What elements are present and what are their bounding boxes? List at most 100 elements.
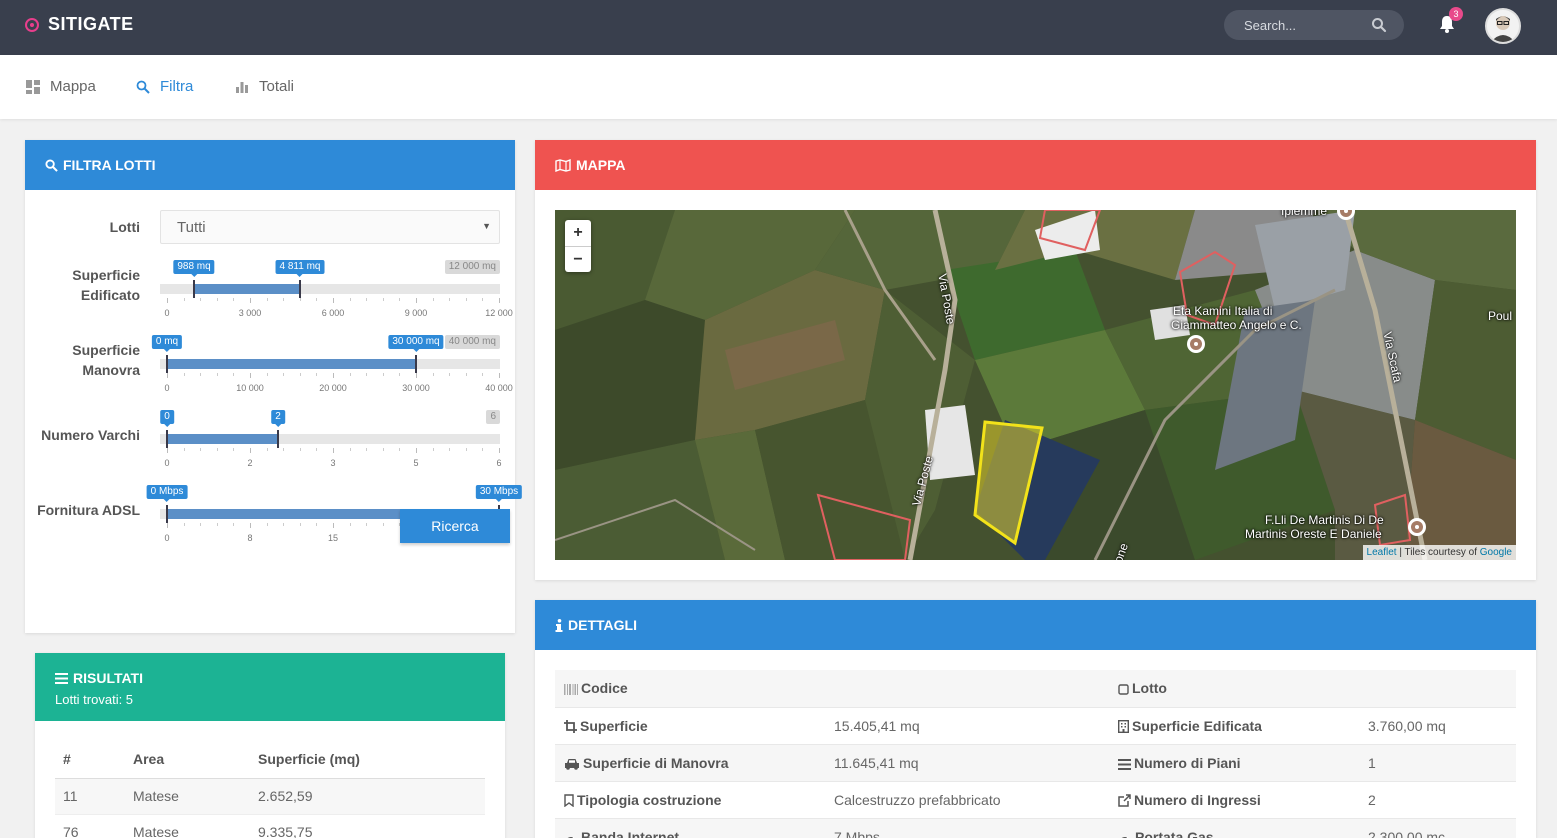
detail-value-cell: Calcestruzzo prefabbricato <box>825 781 1109 819</box>
results-table: # Area Superficie (mq) 11 Matese 2.652,5… <box>55 741 485 838</box>
slider-tick-label: 6 <box>496 458 502 468</box>
detail-value: 15.405,41 mq <box>834 717 920 734</box>
slider-max-value: 12 000 mq <box>444 260 500 274</box>
slider-handle-max[interactable] <box>415 355 417 373</box>
results-card-title: RISULTATI <box>73 670 143 686</box>
slider-tick <box>184 373 185 376</box>
slider-tick <box>383 448 384 451</box>
map-label: F.Lli De Martinis Di De <box>1265 513 1384 527</box>
satellite-map[interactable]: Eta Kamini Italia di Giammatteo Angelo e… <box>555 210 1516 560</box>
list-icon <box>55 672 68 684</box>
slider-tick-label: 0 <box>164 308 170 318</box>
column-header: Superficie (mq) <box>250 741 485 779</box>
user-avatar[interactable] <box>1485 8 1521 44</box>
slider-handle-min[interactable] <box>193 280 195 298</box>
detail-value-cell <box>1359 670 1516 708</box>
slider-handle-max[interactable] <box>299 280 301 298</box>
slider-tick <box>233 523 234 526</box>
table-cell: Matese <box>125 814 250 838</box>
slider-tick <box>466 298 467 301</box>
lotti-select[interactable]: Tutti ▼ <box>160 210 500 244</box>
zoom-out-button[interactable]: − <box>565 246 591 272</box>
results-count: Lotti trovati: 5 <box>55 692 134 707</box>
table-row[interactable]: 11 Matese 2.652,59 <box>55 778 485 815</box>
slider-tick <box>184 448 185 451</box>
search-input[interactable] <box>1224 10 1374 40</box>
slider-tick <box>366 448 367 451</box>
details-row: Tipologia costruzione Calcestruzzo prefab… <box>555 781 1516 819</box>
range-filter-label-line: Superficie <box>72 342 140 358</box>
slider-to-value: 30 Mbps <box>475 485 523 502</box>
google-link[interactable]: Google <box>1480 547 1512 558</box>
slider-tick <box>184 523 185 526</box>
slider-tick <box>482 448 483 451</box>
range-slider[interactable]: 0 mq 30 000 mq 40 000 mq 0 10 000 20 000 30 00… <box>151 335 513 405</box>
nav-tab-totali[interactable]: Totali <box>235 78 294 95</box>
slider-tick-label: 2 <box>247 458 253 468</box>
nav-tab-filtra[interactable]: Filtra <box>136 78 193 95</box>
slider-tick-label: 12 000 <box>485 308 513 318</box>
slider-tick <box>283 373 284 376</box>
details-row: Banda Internet 7 Mbps Portata Gas 2.300,00 … <box>555 818 1516 838</box>
range-filter-label: Fornitura ADSL <box>37 500 140 520</box>
slider-tick <box>200 298 201 301</box>
search-button[interactable]: Ricerca <box>400 509 510 543</box>
slider-tick <box>217 373 218 376</box>
search-icon <box>136 80 150 94</box>
slider-handle-min[interactable] <box>166 430 168 448</box>
slider-ticks <box>160 373 500 379</box>
map-card-header: MAPPA <box>535 140 1536 190</box>
slider-tick <box>167 373 168 378</box>
detail-key-cell: Superficie <box>555 707 825 745</box>
zoom-control: + − <box>565 220 591 272</box>
slider-handle-min[interactable] <box>166 355 168 373</box>
zoom-in-button[interactable]: + <box>565 220 591 246</box>
notification-badge: 3 <box>1449 7 1463 21</box>
table-cell: 11 <box>55 778 125 815</box>
slider-tick-label: 40 000 <box>485 383 513 393</box>
slider-tick <box>466 448 467 451</box>
details-card-header: DETTAGLI <box>535 600 1536 650</box>
slider-tick <box>300 523 301 526</box>
detail-value-cell: 7 Mbps <box>825 818 1109 838</box>
slider-tick <box>167 448 168 453</box>
slider-max-value: 6 <box>486 410 500 424</box>
range-slider[interactable]: 0 2 6 0 2 3 5 6 <box>160 410 502 480</box>
slider-handle-max[interactable] <box>277 430 279 448</box>
range-filter-row: Numero Varchi 0 2 6 0 2 3 5 6 <box>25 408 515 468</box>
slider-tick <box>350 448 351 451</box>
slider-tick <box>350 523 351 526</box>
slider-to-value: 4 811 mq <box>275 260 325 277</box>
detail-value-cell: 3.760,00 mq <box>1359 707 1516 745</box>
leaflet-link[interactable]: Leaflet <box>1367 547 1397 558</box>
app-logo[interactable]: SITIGATE <box>25 14 134 35</box>
nav-tab-label: Totali <box>259 78 295 95</box>
detail-key-cell: Lotto <box>1109 670 1359 708</box>
table-row[interactable]: 76 Matese 9.335,75 <box>55 814 485 838</box>
slider-tick <box>250 373 251 378</box>
attribution-text: | Tiles courtesy of <box>1396 547 1480 558</box>
slider-tick <box>449 298 450 301</box>
slider-tick <box>333 523 334 528</box>
car-icon <box>564 755 583 771</box>
range-slider[interactable]: 988 mq 4 811 mq 12 000 mq 0 3 000 6 000 9 000 1… <box>160 260 513 330</box>
map-attribution: Leaflet | Tiles courtesy of Google <box>1362 545 1516 560</box>
filter-card-title: FILTRA LOTTI <box>63 157 156 173</box>
nav-tab-mappa[interactable]: Mappa <box>26 78 96 95</box>
slider-tick <box>184 298 185 301</box>
slider-handle-min[interactable] <box>166 505 168 523</box>
dashboard-icon <box>564 829 581 838</box>
slider-tick <box>267 523 268 526</box>
slider-tick <box>217 448 218 451</box>
lotti-row: Lotti Tutti ▼ <box>25 210 515 244</box>
range-filter-row: Superficie Manovra 0 mq 30 000 mq 40 000 mq 0… <box>25 333 515 393</box>
search-icon[interactable] <box>1371 17 1387 33</box>
filter-card-header: FILTRA LOTTI <box>25 140 515 190</box>
nav-tab-label: Mappa <box>50 78 96 95</box>
slider-ticks <box>160 298 500 304</box>
slider-tick <box>399 448 400 451</box>
map-label: Poul <box>1488 309 1513 323</box>
map-label: Ipiemme <box>1281 210 1328 218</box>
results-card: RISULTATI Lotti trovati: 5 # Area Superf… <box>35 653 505 838</box>
building-icon <box>1117 718 1132 734</box>
